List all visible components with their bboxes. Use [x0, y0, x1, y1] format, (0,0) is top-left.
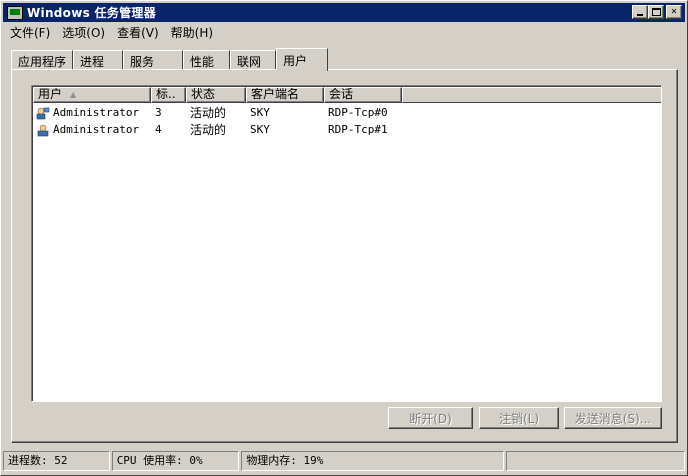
users-list-header: 用户 ▲ 标.. 状态 客户端名 会话 — [33, 87, 661, 103]
user-status: 活动的 — [190, 123, 227, 137]
client-name: SKY — [250, 106, 270, 119]
menu-options[interactable]: 选项(O) — [56, 24, 111, 41]
user-icon — [36, 107, 50, 119]
menu-view[interactable]: 查看(V) — [111, 24, 165, 41]
user-name: Administrator — [53, 105, 140, 119]
title-bar[interactable]: Windows 任务管理器 ✕ — [3, 3, 685, 22]
table-row[interactable]: Administrator 3 活动的 SKY RDP-Tcp#0 — [33, 104, 661, 121]
minimize-icon — [637, 14, 643, 16]
status-cpu: CPU 使用率: 0% — [111, 451, 240, 471]
session-name: RDP-Tcp#0 — [328, 106, 388, 119]
tab-services[interactable]: 服务 — [123, 50, 183, 70]
column-client-name[interactable]: 客户端名 — [246, 87, 324, 103]
column-filler — [402, 87, 661, 103]
window-title: Windows 任务管理器 — [27, 6, 157, 20]
task-manager-window: Windows 任务管理器 ✕ 文件(F) 选项(O) 查看(V) 帮助(H) … — [0, 0, 688, 476]
status-processes: 进程数: 52 — [3, 451, 110, 471]
status-memory: 物理内存: 19% — [241, 451, 504, 471]
client-name: SKY — [250, 123, 270, 136]
table-row[interactable]: Administrator 4 活动的 SKY RDP-Tcp#1 — [33, 121, 661, 138]
tab-performance[interactable]: 性能 — [183, 50, 230, 70]
close-button[interactable]: ✕ — [666, 5, 682, 19]
session-id: 3 — [155, 106, 162, 119]
send-message-button[interactable]: 发送消息(S)... — [564, 407, 662, 429]
status-bar: 进程数: 52 CPU 使用率: 0% 物理内存: 19% — [3, 451, 685, 472]
session-name: RDP-Tcp#1 — [328, 123, 388, 136]
maximize-icon — [651, 8, 661, 16]
user-name: Administrator — [53, 122, 140, 136]
menu-help[interactable]: 帮助(H) — [165, 24, 219, 41]
column-session[interactable]: 会话 — [324, 87, 402, 103]
logoff-button[interactable]: 注销(L) — [479, 407, 559, 429]
column-status[interactable]: 状态 — [186, 87, 246, 103]
minimize-button[interactable] — [632, 5, 648, 19]
tab-applications[interactable]: 应用程序 — [11, 50, 73, 70]
task-manager-icon — [7, 5, 23, 20]
disconnect-button[interactable]: 断开(D) — [388, 407, 473, 429]
maximize-button[interactable] — [648, 5, 664, 19]
status-empty — [505, 451, 685, 471]
tab-networking[interactable]: 联网 — [230, 50, 276, 70]
users-list-rows: Administrator 3 活动的 SKY RDP-Tcp#0 Admini… — [33, 104, 661, 138]
menu-bar: 文件(F) 选项(O) 查看(V) 帮助(H) — [5, 23, 219, 42]
tab-processes[interactable]: 进程 — [73, 50, 123, 70]
user-status: 活动的 — [190, 106, 227, 120]
user-icon — [37, 124, 49, 136]
sort-ascending-icon: ▲ — [70, 90, 77, 99]
users-list[interactable]: 用户 ▲ 标.. 状态 客户端名 会话 Administrator 3 活动的 S… — [31, 85, 662, 402]
column-id[interactable]: 标.. — [151, 87, 186, 103]
close-icon: ✕ — [670, 6, 678, 17]
column-user[interactable]: 用户 ▲ — [33, 87, 151, 103]
tab-users[interactable]: 用户 — [276, 48, 328, 71]
session-id: 4 — [155, 123, 162, 136]
menu-file[interactable]: 文件(F) — [5, 24, 56, 41]
